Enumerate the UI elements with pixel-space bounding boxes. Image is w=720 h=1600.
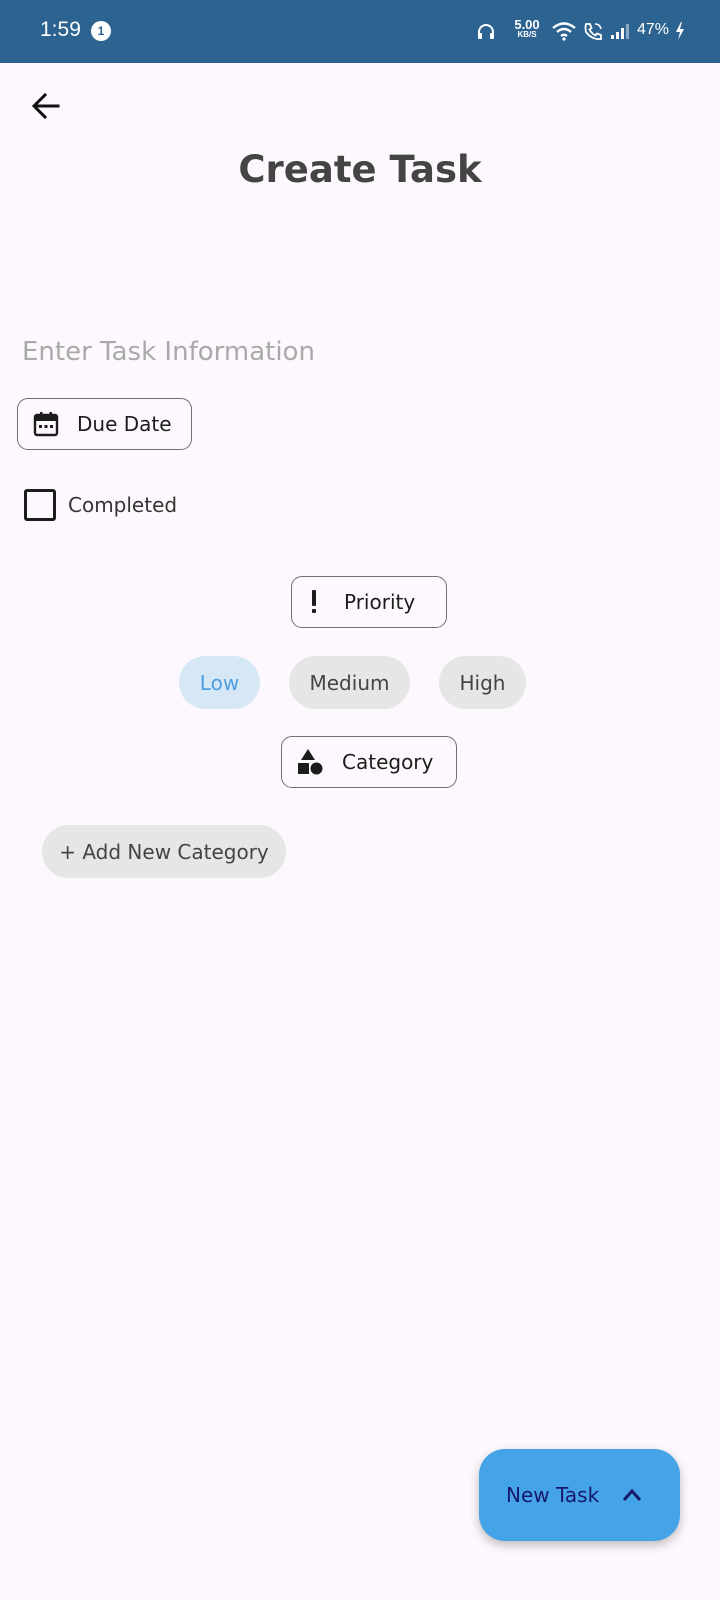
new-task-fab[interactable]: New Task xyxy=(479,1449,680,1541)
status-icons: 5.00 KB/S 47% xyxy=(470,0,720,63)
completed-label: Completed xyxy=(68,493,178,517)
page-title: Create Task xyxy=(238,148,482,191)
new-task-label: New Task xyxy=(506,1483,600,1507)
priority-label: Priority xyxy=(344,590,416,614)
charging-icon xyxy=(676,22,684,40)
due-date-button[interactable]: Due Date xyxy=(17,398,192,450)
notification-badge: 1 xyxy=(91,21,111,41)
due-date-label: Due Date xyxy=(77,412,172,436)
status-bar: 1:59 1 5.00 KB/S 47% xyxy=(0,0,720,63)
signal-icon xyxy=(611,24,629,39)
headphones-icon xyxy=(478,24,494,39)
category-label: Category xyxy=(342,750,434,774)
calendar-icon xyxy=(33,412,59,437)
wifi-icon xyxy=(552,22,576,41)
back-button[interactable] xyxy=(24,84,68,128)
completed-checkbox[interactable] xyxy=(24,489,56,521)
exclamation-icon xyxy=(312,590,316,613)
status-time: 1:59 xyxy=(40,18,81,41)
wifi-call-icon xyxy=(584,23,602,41)
net-speed: 5.00 KB/S xyxy=(509,18,545,39)
arrow-left-icon xyxy=(31,92,60,120)
category-button[interactable]: Category xyxy=(281,736,457,788)
completed-row[interactable]: Completed xyxy=(24,488,177,522)
shapes-icon xyxy=(298,749,323,775)
add-category-chip[interactable]: + Add New Category xyxy=(42,825,286,878)
chevron-up-icon xyxy=(621,1487,643,1503)
priority-chip-medium[interactable]: Medium xyxy=(289,656,410,709)
net-speed-unit: KB/S xyxy=(517,30,537,39)
priority-chip-low[interactable]: Low xyxy=(179,656,260,709)
priority-button[interactable]: Priority xyxy=(291,576,447,628)
priority-chip-high[interactable]: High xyxy=(439,656,526,709)
task-info-input[interactable] xyxy=(22,330,702,374)
battery-percent: 47% xyxy=(637,21,670,38)
